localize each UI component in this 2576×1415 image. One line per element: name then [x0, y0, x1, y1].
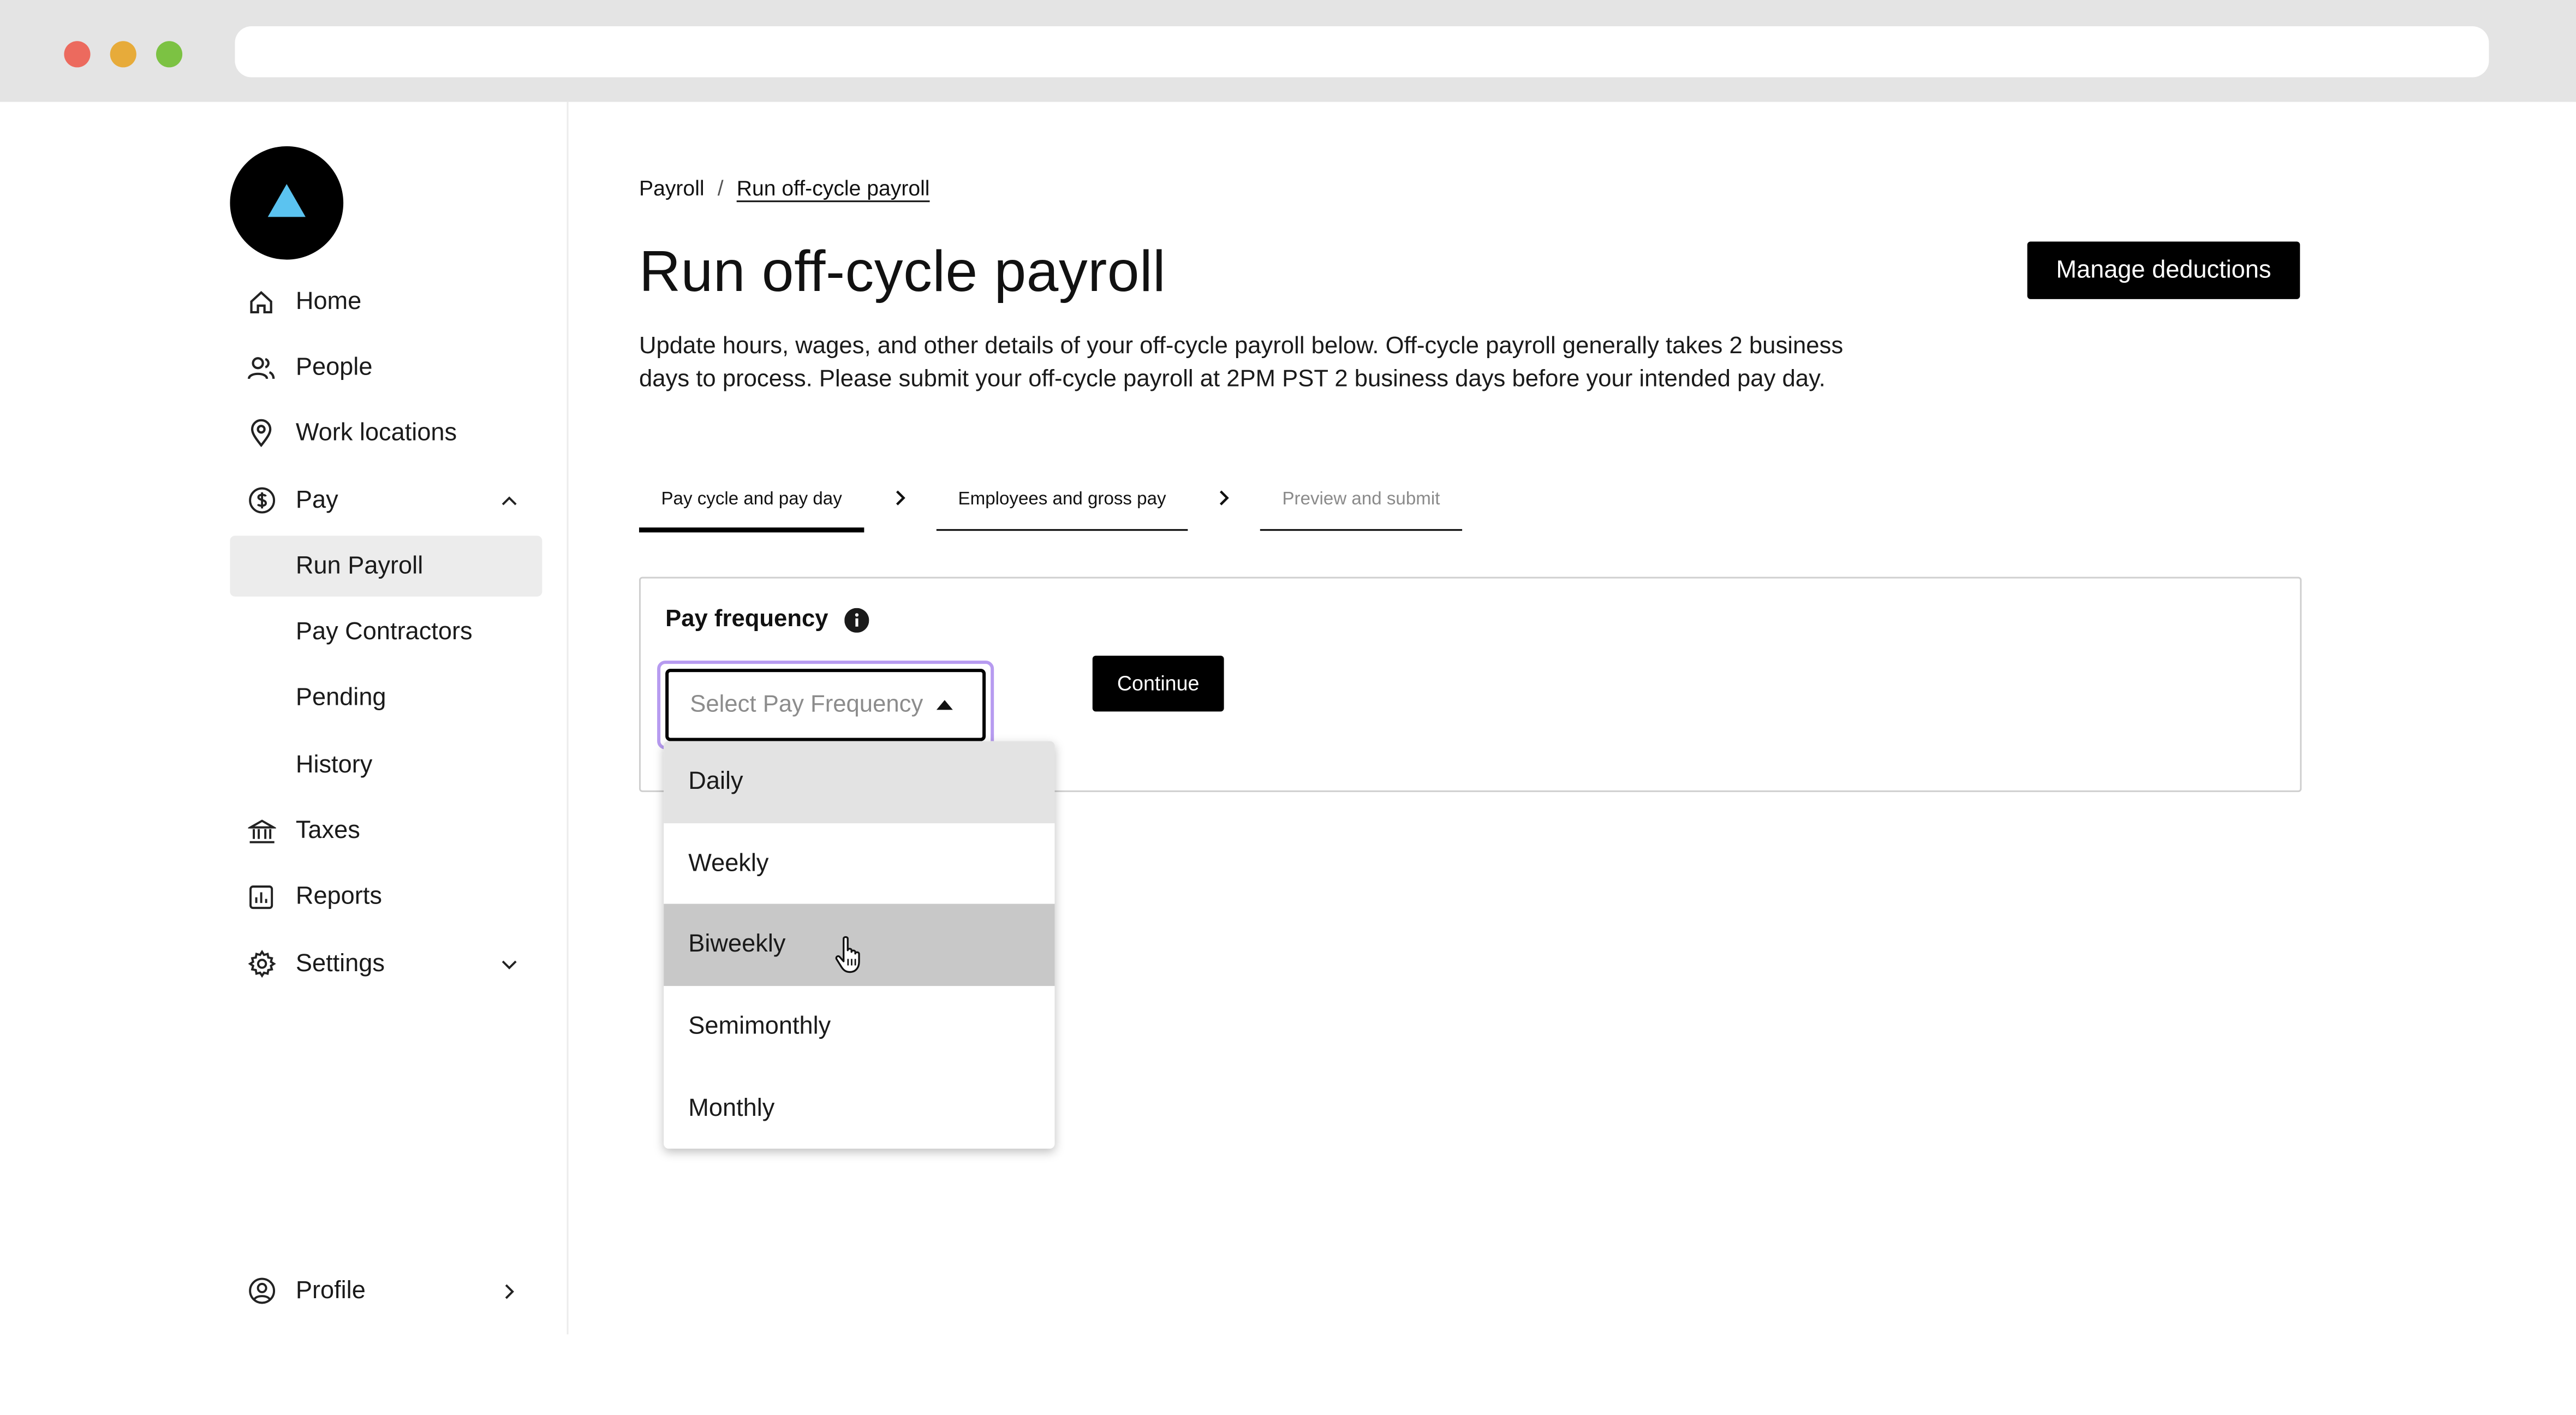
- sidebar-item-reports[interactable]: Reports: [230, 866, 542, 926]
- sidebar-item-label: Work locations: [295, 419, 457, 447]
- hand-pointer-cursor-icon: [835, 936, 860, 973]
- gear-icon: [247, 949, 276, 978]
- sidebar-item-people[interactable]: People: [230, 337, 542, 397]
- option-daily[interactable]: Daily: [664, 741, 1055, 823]
- home-icon: [247, 287, 276, 316]
- page-title: Run off-cycle payroll: [639, 240, 1166, 304]
- address-bar[interactable]: [235, 26, 2489, 78]
- sidebar-item-history[interactable]: History: [230, 735, 542, 795]
- close-window-button[interactable]: [64, 41, 91, 68]
- continue-button[interactable]: Continue: [1092, 656, 1224, 712]
- people-icon: [247, 353, 276, 382]
- stepper: Pay cycle and pay day Employees and gros…: [639, 470, 1493, 533]
- sidebar-item-label: Taxes: [295, 817, 360, 845]
- pay-frequency-select[interactable]: Select Pay Frequency: [665, 669, 986, 741]
- select-placeholder: Select Pay Frequency: [690, 692, 923, 718]
- sidebar-item-label: Pay: [295, 486, 338, 515]
- step-preview-submit: Preview and submit: [1260, 470, 1463, 531]
- sidebar-item-label: Home: [295, 287, 362, 316]
- manage-deductions-button[interactable]: Manage deductions: [2027, 241, 2300, 299]
- sidebar-item-settings[interactable]: Settings: [230, 934, 542, 994]
- option-semimonthly[interactable]: Semimonthly: [664, 986, 1054, 1067]
- maximize-window-button[interactable]: [156, 41, 183, 68]
- page-description: Update hours, wages, and other details o…: [639, 334, 1844, 393]
- option-weekly[interactable]: Weekly: [664, 823, 1054, 904]
- sidebar: Home People Work locations Pay Run Payro…: [230, 102, 569, 1335]
- browser-chrome: [0, 0, 2576, 102]
- option-label: Monthly: [688, 1093, 775, 1122]
- location-pin-icon: [247, 418, 276, 448]
- sidebar-item-taxes[interactable]: Taxes: [230, 800, 542, 861]
- pay-frequency-label: Pay frequency: [665, 607, 869, 633]
- sidebar-item-label: Settings: [295, 949, 385, 978]
- option-label: Weekly: [688, 849, 769, 878]
- pay-frequency-label-text: Pay frequency: [665, 606, 828, 633]
- sidebar-item-home[interactable]: Home: [230, 271, 542, 332]
- sidebar-item-label: Reports: [295, 882, 382, 911]
- chevron-up-icon: [499, 491, 519, 510]
- caret-up-icon: [936, 697, 953, 713]
- sidebar-item-label: Run Payroll: [295, 552, 424, 580]
- browser-window: Home People Work locations Pay Run Payro…: [0, 0, 2576, 1415]
- sidebar-item-profile[interactable]: Profile: [230, 1261, 542, 1321]
- option-label: Semimonthly: [688, 1012, 831, 1041]
- sidebar-item-work-locations[interactable]: Work locations: [230, 402, 542, 463]
- chevron-down-icon: [499, 954, 519, 973]
- minimize-window-button[interactable]: [110, 41, 136, 68]
- breadcrumb-payroll-link[interactable]: Payroll: [639, 176, 705, 200]
- sidebar-item-label: Pending: [295, 683, 386, 712]
- option-monthly[interactable]: Monthly: [664, 1067, 1054, 1149]
- dollar-circle-icon: [247, 486, 276, 515]
- step-pay-cycle[interactable]: Pay cycle and pay day: [639, 470, 864, 533]
- step-employees-gross-pay[interactable]: Employees and gross pay: [936, 470, 1188, 531]
- sidebar-item-label: Pay Contractors: [295, 617, 473, 646]
- bank-icon: [247, 816, 276, 846]
- sidebar-item-run-payroll[interactable]: Run Payroll: [230, 536, 542, 597]
- sidebar-item-pay-contractors[interactable]: Pay Contractors: [230, 602, 542, 662]
- sidebar-item-pending[interactable]: Pending: [230, 667, 542, 728]
- breadcrumb-current[interactable]: Run off-cycle payroll: [737, 176, 930, 200]
- chevron-right-icon: [892, 490, 909, 506]
- app-logo[interactable]: [230, 146, 344, 260]
- breadcrumb-separator: /: [717, 176, 724, 201]
- chevron-right-icon: [1216, 490, 1232, 506]
- option-label: Biweekly: [688, 931, 786, 959]
- info-icon[interactable]: [844, 607, 869, 632]
- chevron-right-icon: [499, 1281, 519, 1300]
- sidebar-item-label: People: [295, 353, 373, 382]
- option-label: Daily: [688, 768, 743, 796]
- sidebar-item-pay[interactable]: Pay: [230, 470, 542, 531]
- sidebar-item-label: Profile: [295, 1276, 366, 1305]
- reports-chart-icon: [247, 882, 276, 911]
- pay-frequency-dropdown: Daily Weekly Biweekly Semimonthly Monthl…: [664, 741, 1055, 1149]
- breadcrumb: Payroll / Run off-cycle payroll: [639, 176, 930, 200]
- triangle-logo-icon: [267, 184, 306, 217]
- sidebar-item-label: History: [295, 751, 373, 779]
- user-circle-icon: [247, 1276, 276, 1305]
